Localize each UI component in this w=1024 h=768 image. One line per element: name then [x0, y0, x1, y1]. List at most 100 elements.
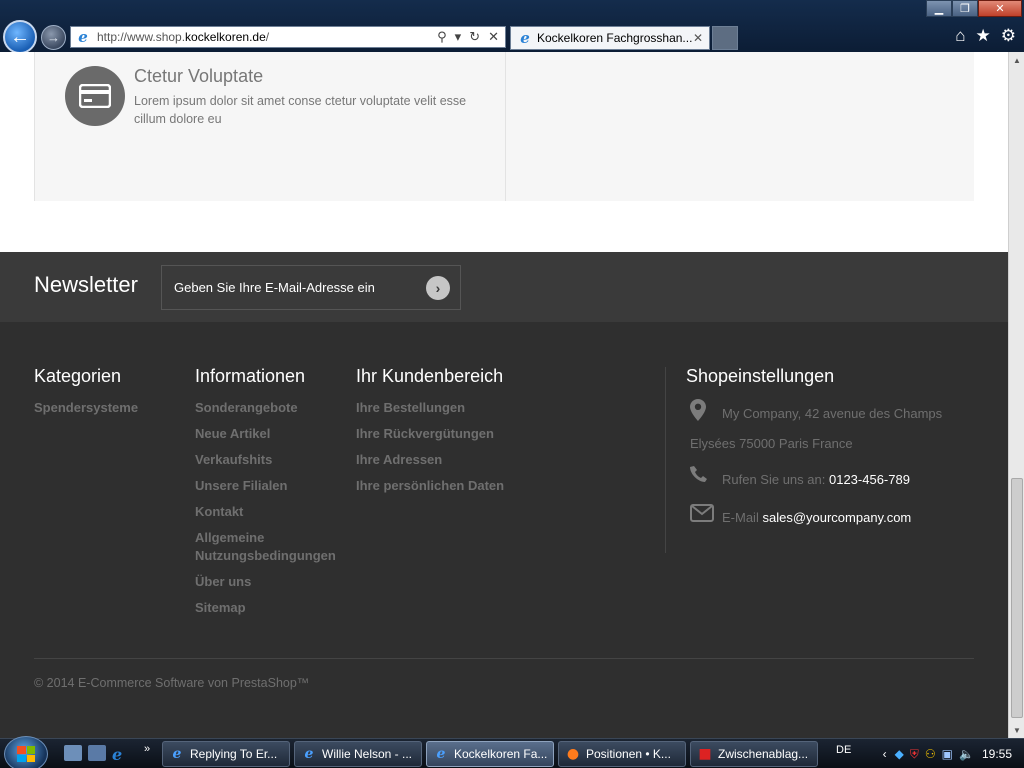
- feature-title: Ctetur Voluptate: [134, 66, 264, 86]
- taskbar-window-2[interactable]: e Willie Nelson - ...: [294, 741, 422, 767]
- vertical-scrollbar[interactable]: ▲ ▼: [1008, 52, 1024, 738]
- feature-section: Ctetur Voluptate Lorem ipsum dolor sit a…: [0, 52, 1008, 252]
- browser-toolbar-icons: ⌂ ★ ⚙: [955, 26, 1016, 46]
- scroll-down-icon[interactable]: ▼: [1011, 724, 1023, 736]
- footer-bottom-divider: [34, 658, 974, 659]
- chevron-right-icon: ›: [435, 280, 441, 296]
- ie-icon: e: [304, 746, 314, 762]
- address-url: http://www.shop.kockelkoren.de/: [97, 30, 270, 44]
- contact-address-line2: Elysées 75000 Paris France: [690, 436, 853, 451]
- footer-link-bestellungen[interactable]: Ihre Bestellungen: [356, 399, 556, 417]
- feature-box: Ctetur Voluptate Lorem ipsum dolor sit a…: [34, 52, 974, 201]
- footer-link-adressen[interactable]: Ihre Adressen: [356, 451, 556, 469]
- newsletter-placeholder: Geben Sie Ihre E-Mail-Adresse ein: [174, 280, 375, 295]
- shield-icon[interactable]: ⛨: [910, 747, 919, 762]
- ie-quicklaunch-icon[interactable]: e: [112, 745, 130, 764]
- footer-col-informationen: Informationen Sonderangebote Neue Artike…: [195, 366, 345, 625]
- taskbar-window-3[interactable]: e Kockelkoren Fa...: [426, 741, 554, 767]
- ie-icon: e: [78, 28, 88, 46]
- arrow-right-icon: →: [47, 30, 60, 45]
- footer-link-kontakt[interactable]: Kontakt: [195, 503, 345, 521]
- credit-card-icon: [65, 66, 125, 126]
- footer-col-kategorien: Kategorien Spendersysteme: [34, 366, 184, 425]
- contact-phone: Rufen Sie uns an: 0123-456-789: [686, 465, 986, 495]
- footer-col-kundenbereich: Ihr Kundenbereich Ihre Bestellungen Ihre…: [356, 366, 556, 503]
- footer-link-neue-artikel[interactable]: Neue Artikel: [195, 425, 345, 443]
- favorites-star-icon[interactable]: ★: [976, 26, 991, 46]
- footer-link-sitemap[interactable]: Sitemap: [195, 599, 345, 617]
- footer-heading-kategorien: Kategorien: [34, 366, 122, 386]
- gear-icon[interactable]: ⚙: [1001, 26, 1016, 46]
- footer-link-sonderangebote[interactable]: Sonderangebote: [195, 399, 345, 417]
- footer-heading-kundenbereich: Ihr Kundenbereich: [356, 366, 504, 386]
- browser-chrome: ▁ ❐ ✕ ← → e http://www.shop.kockelkoren.…: [0, 0, 1024, 54]
- newsletter-section: Newsletter Geben Sie Ihre E-Mail-Adresse…: [0, 252, 1008, 322]
- footer-link-agb[interactable]: Allgemeine Nutzungsbedingungen: [195, 529, 345, 565]
- taskbar-window-4[interactable]: ● Positionen • K...: [558, 741, 686, 767]
- clipboard-icon: ■: [698, 746, 712, 762]
- minimize-button[interactable]: ▁: [926, 0, 952, 17]
- contact-phone-number[interactable]: 0123-456-789: [829, 472, 910, 487]
- scroll-up-icon[interactable]: ▲: [1011, 54, 1023, 66]
- footer: Kategorien Spendersysteme Informationen …: [0, 322, 1008, 738]
- newsletter-submit-button[interactable]: ›: [426, 276, 450, 300]
- footer-link-ueber-uns[interactable]: Über uns: [195, 573, 345, 591]
- arrow-left-icon: ←: [10, 25, 30, 48]
- footer-link-persoenliche-daten[interactable]: Ihre persönlichen Daten: [356, 477, 556, 495]
- address-bar[interactable]: e http://www.shop.kockelkoren.de/ ⚲ ▾ ↻ …: [70, 26, 506, 48]
- footer-heading-informationen: Informationen: [195, 366, 306, 386]
- ie-icon: e: [520, 29, 530, 47]
- stop-icon[interactable]: ✕: [488, 29, 499, 45]
- map-marker-icon: [690, 399, 706, 432]
- newsletter-email-input[interactable]: Geben Sie Ihre E-Mail-Adresse ein ›: [161, 265, 461, 310]
- dropbox-icon[interactable]: ◆: [895, 747, 904, 761]
- forward-button[interactable]: →: [41, 25, 66, 50]
- home-icon[interactable]: ⌂: [955, 26, 965, 46]
- copyright-text: © 2014 E-Commerce Software von PrestaSho…: [34, 676, 310, 690]
- taskbar-window-1[interactable]: e Replying To Er...: [162, 741, 290, 767]
- maximize-button[interactable]: ❐: [952, 0, 978, 17]
- browser-tab[interactable]: e Kockelkoren Fachgrosshan... ✕: [510, 26, 710, 50]
- tray-expand-icon[interactable]: ‹: [883, 747, 887, 761]
- contact-address: My Company, 42 avenue des Champs: [686, 399, 986, 429]
- quicklaunch-overflow-icon[interactable]: »: [144, 743, 150, 755]
- newsletter-title: Newsletter: [34, 272, 138, 297]
- search-icon[interactable]: ⚲: [437, 29, 447, 45]
- taskbar-window-5[interactable]: ■ Zwischenablag...: [690, 741, 818, 767]
- show-desktop-icon[interactable]: [64, 745, 82, 761]
- back-button[interactable]: ←: [3, 20, 37, 54]
- volume-icon[interactable]: 🔈: [959, 747, 974, 761]
- dropdown-icon[interactable]: ▾: [455, 29, 462, 45]
- feature-text: Lorem ipsum dolor sit amet conse ctetur …: [134, 94, 467, 126]
- footer-link-rueckverguetungen[interactable]: Ihre Rückvergütungen: [356, 425, 556, 443]
- clock[interactable]: 19:55: [982, 747, 1012, 761]
- footer-link-verkaufshits[interactable]: Verkaufshits: [195, 451, 345, 469]
- tab-close-icon[interactable]: ✕: [693, 31, 703, 45]
- footer-link-spendersysteme[interactable]: Spendersysteme: [34, 399, 184, 417]
- taskbar: e » e Replying To Er... e Willie Nelson …: [0, 736, 1024, 768]
- firefox-icon: ●: [566, 746, 580, 762]
- close-window-button[interactable]: ✕: [978, 0, 1022, 17]
- footer-link-unsere-filialen[interactable]: Unsere Filialen: [195, 477, 345, 495]
- people-icon[interactable]: ⚇: [925, 747, 936, 761]
- contact-email: E-Mail sales@yourcompany.com: [686, 503, 986, 533]
- start-button[interactable]: [4, 736, 48, 768]
- ie-icon: e: [436, 746, 446, 762]
- network-icon[interactable]: ▣: [942, 747, 953, 761]
- feature-divider: [505, 52, 506, 201]
- page-viewport: Ctetur Voluptate Lorem ipsum dolor sit a…: [0, 52, 1008, 738]
- contact-email-link[interactable]: sales@yourcompany.com: [762, 510, 911, 525]
- windows-logo-icon: [17, 746, 35, 762]
- address-tools: ⚲ ▾ ↻ ✕: [437, 29, 499, 45]
- scrollbar-thumb[interactable]: [1011, 478, 1023, 718]
- language-indicator[interactable]: DE: [836, 744, 851, 756]
- footer-heading-shopeinstellungen: Shopeinstellungen: [686, 366, 835, 386]
- new-tab-button[interactable]: [712, 26, 738, 50]
- ie-icon: e: [172, 746, 182, 762]
- envelope-icon: [690, 503, 714, 533]
- tab-title: Kockelkoren Fachgrosshan...: [537, 31, 693, 45]
- system-tray: ‹ ◆ ⛨ ⚇ ▣ 🔈 19:55: [883, 739, 1024, 768]
- phone-icon: [690, 465, 710, 496]
- switch-windows-icon[interactable]: [88, 745, 106, 761]
- refresh-icon[interactable]: ↻: [469, 29, 480, 45]
